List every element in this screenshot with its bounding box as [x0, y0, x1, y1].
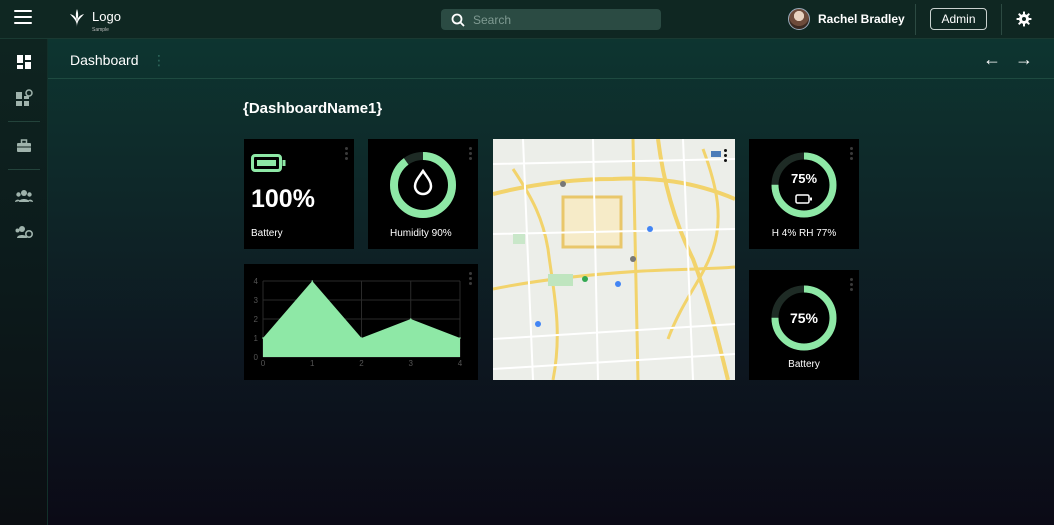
battery-widget[interactable]: 100% Battery — [244, 139, 354, 249]
logo-subtext: Sample — [92, 27, 109, 33]
y-tick-label: 4 — [254, 277, 259, 286]
x-tick-label: 1 — [310, 359, 315, 368]
sidebar-item-users-settings[interactable] — [14, 222, 34, 242]
battery-gauge-label: Battery — [788, 359, 820, 370]
y-tick-label: 0 — [254, 353, 259, 362]
widget-options-icon[interactable] — [850, 147, 853, 162]
battery-icon — [795, 194, 812, 204]
humidity-gauge — [390, 152, 456, 218]
users-group-icon — [15, 190, 33, 202]
x-tick-label: 2 — [359, 359, 364, 368]
search-box[interactable] — [441, 9, 661, 30]
water-drop-icon — [413, 168, 433, 196]
main-content: Dashboard ⋮ ← → {DashboardName1} 100% Ba… — [48, 39, 1054, 525]
environment-label: H 4% RH 77% — [771, 228, 837, 239]
y-tick-label: 1 — [254, 334, 259, 343]
battery-gauge-value: 75% — [789, 310, 819, 326]
sidebar-item-users[interactable] — [14, 186, 34, 206]
briefcase-icon — [17, 139, 31, 152]
admin-button[interactable]: Admin — [930, 8, 987, 30]
menu-icon[interactable] — [14, 10, 32, 26]
page-header: Dashboard ⋮ ← → — [48, 39, 1054, 79]
logo[interactable]: Logo Sample — [68, 8, 121, 33]
sidebar — [0, 39, 48, 525]
avatar — [788, 8, 810, 30]
widget-options-icon[interactable] — [850, 278, 853, 293]
dashboard-icon — [17, 55, 31, 69]
data-point — [262, 337, 264, 339]
battery-label: Battery — [251, 228, 283, 239]
page-title: Dashboard — [70, 52, 139, 68]
user-name: Rachel Bradley — [818, 12, 905, 26]
widget-options-icon[interactable] — [724, 149, 727, 164]
battery-icon — [251, 154, 286, 172]
map-layer-icon[interactable] — [711, 151, 721, 157]
dashboard-settings-icon — [16, 89, 33, 106]
search-icon — [451, 13, 465, 27]
logo-leaf-icon — [70, 9, 84, 27]
page-options-icon[interactable]: ⋮ — [152, 52, 166, 69]
battery-gauge-widget[interactable]: 75% Battery — [749, 270, 859, 380]
y-tick-label: 3 — [254, 296, 259, 305]
environment-value: 75% — [790, 171, 818, 186]
users-settings-icon — [15, 226, 33, 238]
sidebar-item-dashboard-settings[interactable] — [14, 88, 34, 108]
x-tick-label: 4 — [458, 359, 463, 368]
humidity-label: Humidity 90% — [390, 228, 452, 239]
search-input[interactable] — [473, 12, 653, 27]
x-tick-label: 0 — [261, 359, 266, 368]
sidebar-item-dashboard[interactable] — [14, 52, 34, 72]
gauge-arc — [390, 152, 456, 218]
sidebar-item-briefcase[interactable] — [14, 136, 34, 156]
sidebar-divider — [8, 169, 40, 170]
user-menu[interactable]: Rachel Bradley — [788, 8, 905, 30]
divider — [1001, 4, 1002, 35]
logo-text: Logo — [92, 9, 121, 24]
y-tick-label: 2 — [254, 315, 259, 324]
divider — [915, 4, 916, 35]
gear-icon[interactable] — [1016, 11, 1032, 27]
dashboard-name: {DashboardName1} — [243, 100, 383, 117]
environment-widget[interactable]: 75% H 4% RH 77% — [749, 139, 859, 249]
data-point — [459, 337, 461, 339]
data-point — [409, 318, 412, 320]
data-point — [311, 280, 314, 282]
widget-options-icon[interactable] — [345, 147, 348, 162]
humidity-widget[interactable]: Humidity 90% — [368, 139, 478, 249]
arrow-right-icon[interactable]: → — [1015, 49, 1033, 70]
arrow-left-icon[interactable]: ← — [983, 49, 1001, 70]
sidebar-divider — [8, 121, 40, 122]
area-chart: 0 1 2 3 4 0 1 2 3 4 — [254, 277, 463, 368]
top-bar: Logo Sample Rachel Bradley Admin — [0, 0, 1054, 39]
area-chart-widget[interactable]: 0 1 2 3 4 0 1 2 3 4 — [244, 264, 478, 380]
x-tick-label: 3 — [409, 359, 414, 368]
map-view — [493, 139, 735, 380]
widget-options-icon[interactable] — [469, 147, 472, 162]
data-point — [360, 337, 363, 339]
battery-value: 100% — [251, 185, 315, 213]
map-widget[interactable] — [493, 139, 735, 380]
